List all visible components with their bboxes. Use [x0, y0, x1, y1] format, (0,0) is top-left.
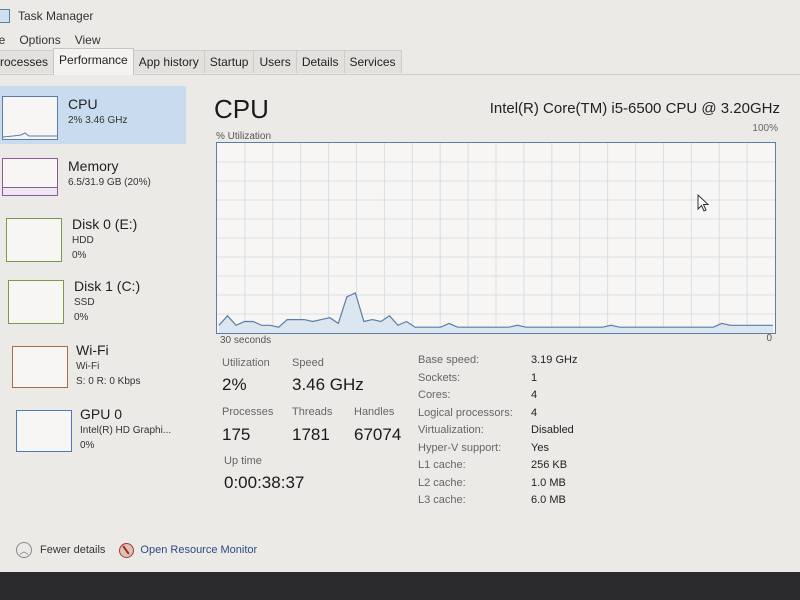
handles-value: 67074	[354, 425, 402, 444]
info-row-sockets: Sockets: 1	[418, 371, 538, 384]
sidebar-item-disk0[interactable]: Disk 0 (E:) HDD 0%	[0, 210, 186, 268]
sidebar-wifi-throughput: S: 0 R: 0 Kbps	[76, 376, 141, 387]
sidebar-gpu-model: Intel(R) HD Graphi...	[80, 425, 172, 436]
graph-time-span-label: 30 seconds	[220, 335, 272, 346]
info-row-l2-cache: L2 cache: 1.0 MB	[418, 476, 566, 489]
speed-value: 3.46 GHz	[292, 375, 364, 394]
disk1-thumbnail-graph	[8, 280, 64, 324]
processes-label: Processes	[222, 406, 274, 418]
sidebar-item-disk1[interactable]: Disk 1 (C:) SSD 0%	[0, 274, 186, 332]
tab-users[interactable]: Users	[253, 50, 297, 73]
sidebar-disk0-usage: 0%	[72, 250, 87, 261]
task-manager-window: Task Manager le Options View rocesses Pe…	[0, 0, 800, 572]
utilization-max-label: 100%	[752, 123, 778, 134]
info-row-hyper-v: Hyper-V support: Yes	[418, 441, 549, 454]
gpu-thumbnail-graph	[16, 410, 72, 452]
sidebar-disk1-usage: 0%	[74, 312, 89, 323]
threads-value: 1781	[292, 425, 330, 444]
speed-label: Speed	[292, 357, 324, 369]
sidebar-memory-usage: 6.5/31.9 GB (20%)	[68, 177, 151, 188]
processes-value: 175	[222, 425, 251, 444]
title-bar: Task Manager	[0, 6, 93, 26]
utilization-value: 2%	[222, 375, 247, 394]
cpu-graph-svg	[217, 143, 775, 333]
info-row-cores: Cores: 4	[418, 389, 538, 401]
panel-title: CPU	[214, 94, 269, 124]
sidebar-item-cpu[interactable]: CPU 2% 3.46 GHz	[0, 86, 186, 144]
sidebar-disk1-name: Disk 1 (C:)	[74, 278, 141, 294]
memory-fill	[3, 187, 57, 195]
uptime-label: Up time	[224, 455, 262, 467]
sidebar-gpu-name: GPU 0	[80, 406, 123, 422]
info-row-logical-processors: Logical processors: 4	[418, 406, 538, 419]
cpu-utilization-graph	[216, 142, 776, 334]
task-manager-icon	[0, 9, 10, 23]
sidebar-gpu-usage: 0%	[80, 440, 95, 451]
cpu-info-table: Base speed: 3.19 GHz Sockets: 1 Cores: 4 Lo…	[418, 354, 577, 512]
resource-sidebar: CPU 2% 3.46 GHz Memory 6.5/31.9 GB (20%)…	[0, 86, 188, 526]
tab-performance[interactable]: Performance	[53, 48, 134, 75]
sidebar-cpu-name: CPU	[68, 96, 98, 112]
window-title: Task Manager	[18, 9, 94, 23]
sidebar-wifi-adapter: Wi-Fi	[76, 361, 100, 372]
monitor-bezel	[0, 572, 800, 600]
info-row-l1-cache: L1 cache: 256 KB	[418, 459, 568, 471]
sidebar-item-memory[interactable]: Memory 6.5/31.9 GB (20%)	[0, 148, 186, 206]
cpu-model: Intel(R) Core(TM) i5-6500 CPU @ 3.20GHz	[489, 100, 780, 117]
tab-details[interactable]: Details	[295, 50, 345, 73]
sidebar-memory-name: Memory	[68, 158, 119, 174]
utilization-axis-label: % Utilization	[216, 131, 272, 142]
tab-services[interactable]: Services	[343, 50, 402, 73]
info-row-l3-cache: L3 cache: 6.0 MB	[418, 494, 566, 506]
sidebar-item-gpu[interactable]: GPU 0 Intel(R) HD Graphi... 0%	[0, 402, 186, 460]
threads-label: Threads	[292, 406, 333, 418]
info-row-base-speed: Base speed: 3.19 GHz	[418, 354, 578, 366]
open-resource-monitor-link[interactable]: Open Resource Monitor	[140, 544, 257, 556]
tab-bar: rocesses Performance App history Startup…	[0, 48, 800, 75]
info-row-virtualization: Virtualization: Disabled	[418, 424, 574, 436]
wifi-thumbnail-graph	[12, 346, 68, 388]
cpu-thumbnail-line	[2, 132, 57, 138]
graph-zero-label: 0	[766, 333, 772, 344]
mouse-cursor-icon	[697, 194, 710, 212]
sidebar-disk0-type: HDD	[72, 235, 94, 246]
tab-processes[interactable]: rocesses	[0, 50, 55, 73]
cpu-thumbnail-graph	[2, 96, 58, 140]
tab-app-history[interactable]: App history	[132, 50, 205, 73]
sidebar-wifi-name: Wi-Fi	[76, 342, 109, 358]
menu-file[interactable]: le	[0, 33, 5, 51]
tab-startup[interactable]: Startup	[203, 50, 255, 73]
sidebar-item-wifi[interactable]: Wi-Fi Wi-Fi S: 0 R: 0 Kbps	[0, 338, 186, 396]
utilization-label: Utilization	[222, 357, 270, 369]
chevron-up-icon[interactable]: ︿	[16, 542, 32, 558]
resource-monitor-icon	[119, 542, 135, 558]
sidebar-disk1-type: SSD	[74, 297, 95, 308]
handles-label: Handles	[354, 406, 395, 418]
footer-bar: ︿ Fewer details Open Resource Monitor	[0, 538, 257, 562]
uptime-value: 0:00:38:37	[224, 473, 305, 492]
disk0-thumbnail-graph	[6, 218, 62, 262]
fewer-details-button[interactable]: Fewer details	[40, 544, 105, 556]
cpu-detail-panel: CPU Intel(R) Core(TM) i5-6500 CPU @ 3.20…	[200, 86, 800, 526]
sidebar-cpu-usage: 2% 3.46 GHz	[68, 115, 128, 126]
memory-thumbnail-graph	[2, 158, 58, 196]
sidebar-disk0-name: Disk 0 (E:)	[72, 216, 138, 232]
